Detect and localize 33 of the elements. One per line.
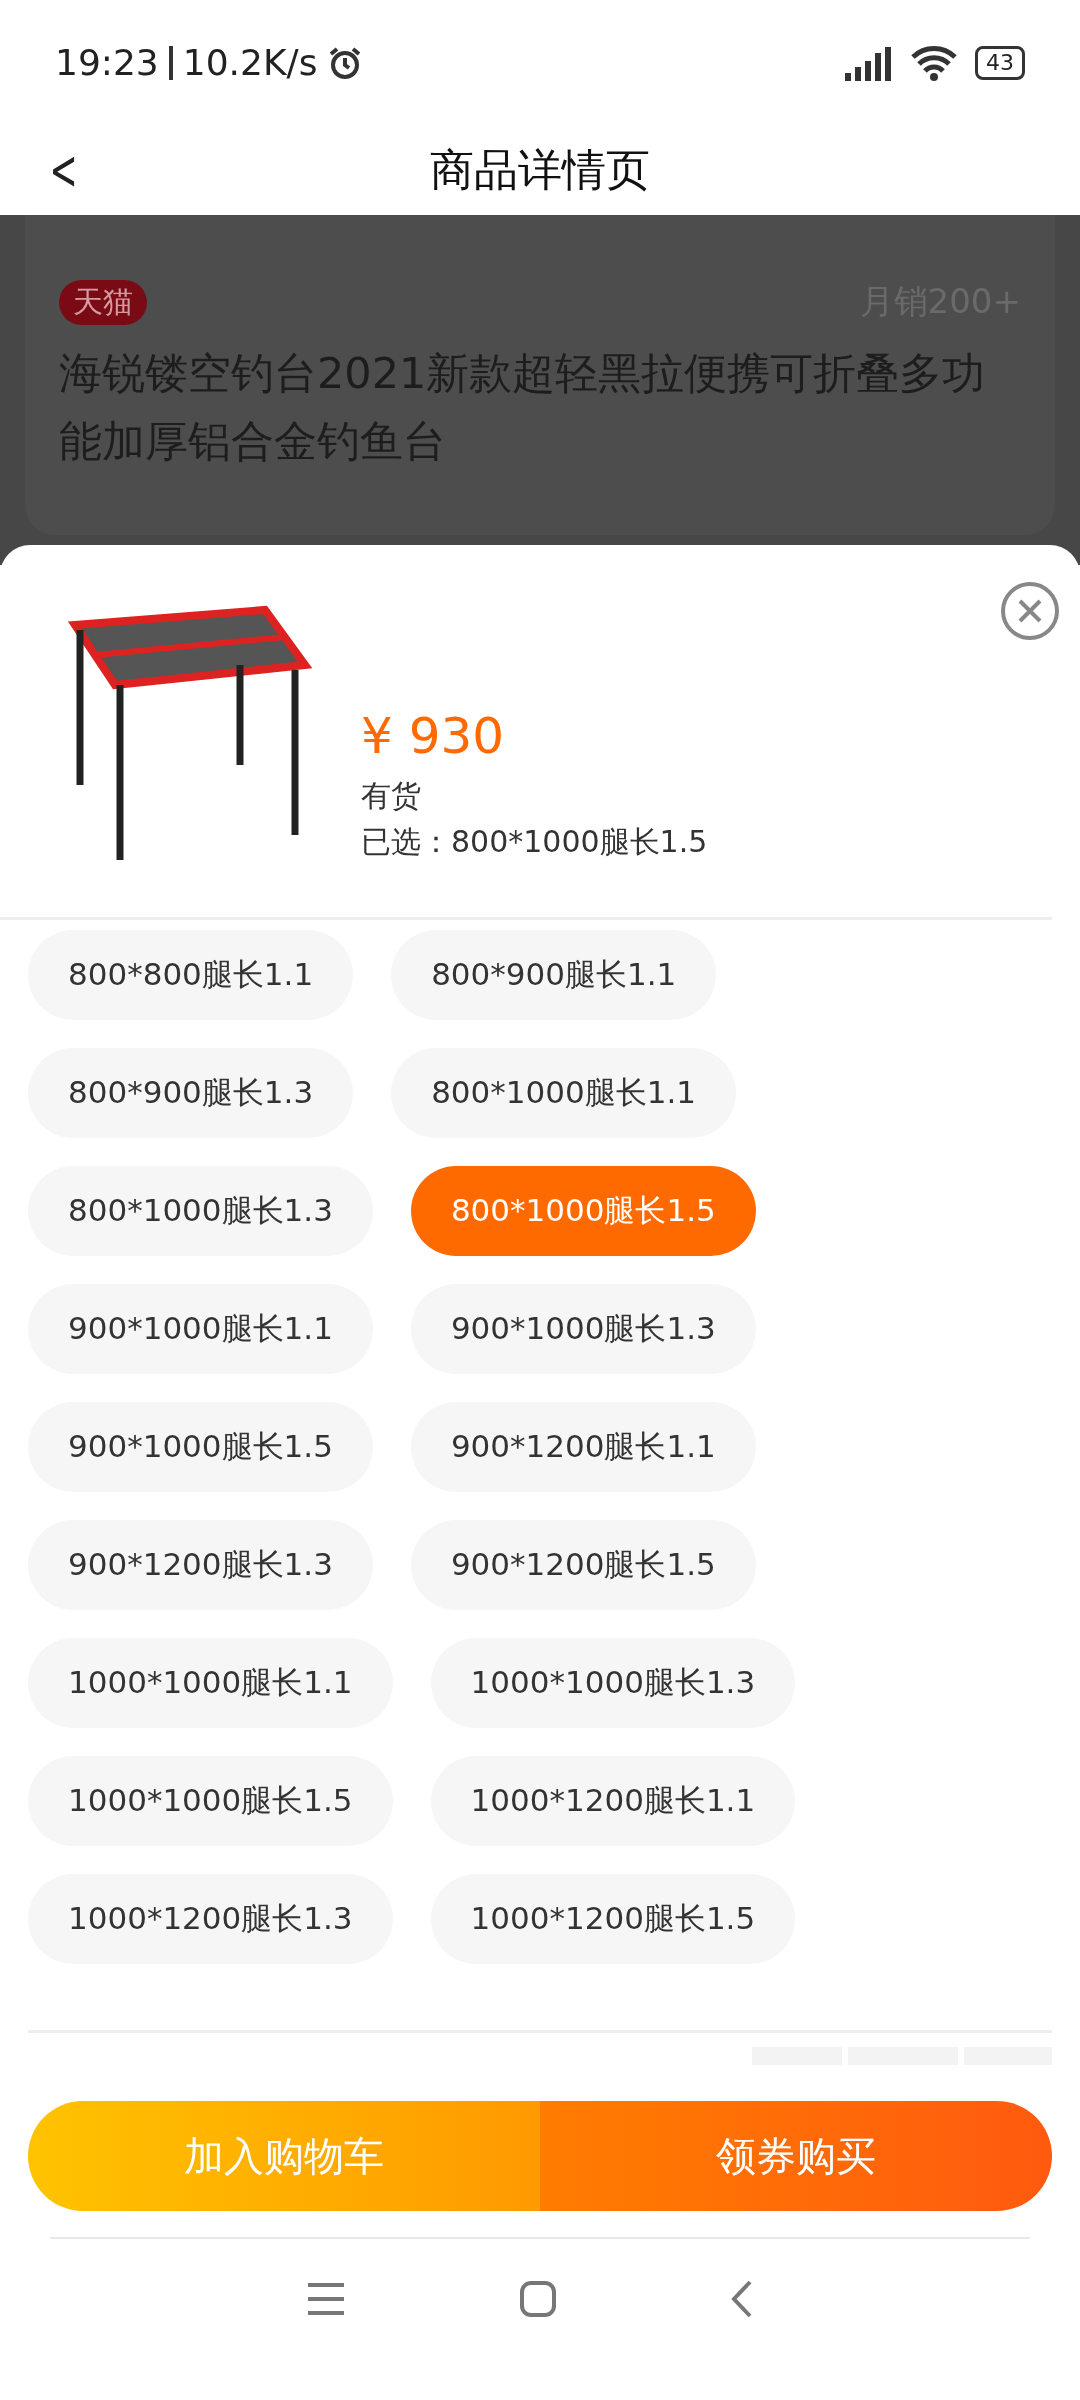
option-chip[interactable]: 900*1000腿长1.3 [410,1284,756,1374]
option-chip[interactable]: 800*900腿长1.3 [28,1048,354,1138]
option-chip[interactable]: 800*800腿长1.1 [28,930,354,1020]
wifi-icon [911,44,957,81]
option-chip[interactable]: 900*1200腿长1.1 [410,1402,756,1492]
option-chip[interactable]: 800*1000腿长1.1 [391,1048,736,1138]
option-chip[interactable]: 900*1000腿长1.5 [28,1402,373,1492]
battery-indicator: 43 [975,45,1025,80]
option-chip[interactable]: 1000*1000腿长1.5 [28,1756,393,1846]
store-badge: 天猫 [59,279,147,325]
stock-status: 有货 [361,777,422,815]
option-chip[interactable]: 800*900腿长1.1 [391,930,717,1020]
page-title: 商品详情页 [430,142,650,197]
option-chip[interactable]: 1000*1000腿长1.3 [430,1638,796,1728]
selected-option-text: 已选：800*1000腿长1.5 [361,823,709,861]
back-icon[interactable] [729,2279,754,2319]
option-chip[interactable]: 1000*1000腿长1.1 [28,1638,393,1728]
network-speed: 10.2K/s [182,42,318,83]
option-chip[interactable]: 900*1000腿长1.1 [28,1284,373,1374]
close-icon[interactable] [1000,581,1060,641]
status-time: 19:23 [55,42,159,83]
back-button[interactable]: < [49,143,78,197]
option-chip[interactable]: 900*1200腿长1.5 [410,1520,756,1610]
option-chip[interactable]: 800*1000腿长1.3 [28,1166,373,1256]
price: ¥ 930 [361,707,506,765]
option-chip[interactable]: 900*1200腿长1.3 [28,1520,373,1610]
option-chip[interactable]: 1000*1200腿长1.3 [28,1874,393,1964]
option-chip[interactable]: 1000*1200腿长1.5 [430,1874,796,1964]
menu-icon[interactable] [306,2281,347,2317]
home-icon[interactable] [519,2280,557,2318]
signal-icon [843,44,893,81]
option-chip[interactable]: 1000*1200腿长1.1 [430,1756,796,1846]
divider-bar-icon [168,45,173,80]
